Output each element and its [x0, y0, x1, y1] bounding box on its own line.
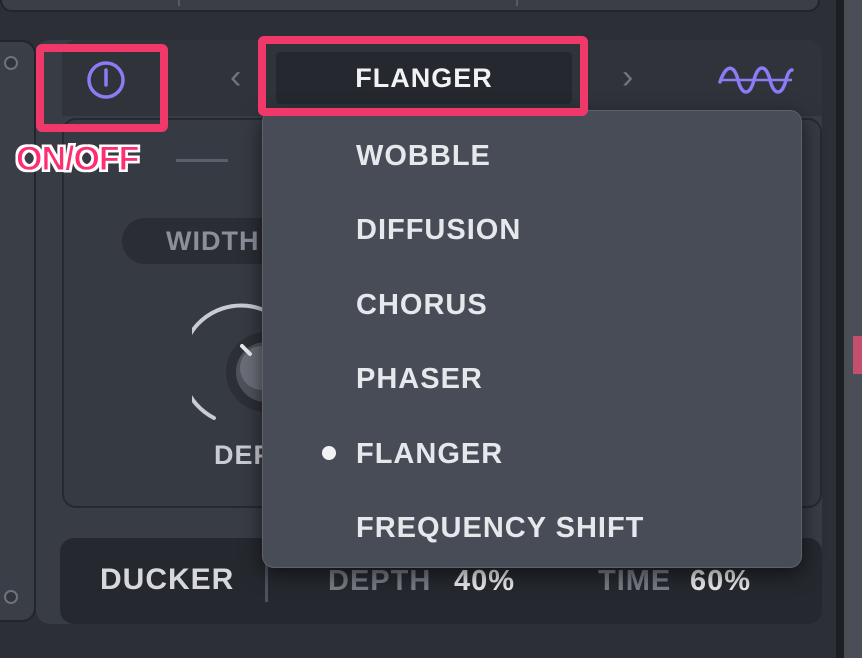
menu-item-flanger[interactable]: FLANGER — [356, 436, 503, 472]
side-tab-marker — [853, 336, 862, 374]
preset-highlight-box — [258, 36, 588, 116]
onoff-highlight-box — [36, 44, 168, 132]
onoff-annotation-label: ON/OFF — [15, 140, 139, 179]
left-side-panel — [0, 40, 36, 622]
menu-item-frequency-shift[interactable]: FREQUENCY SHIFT — [356, 510, 644, 546]
right-edge-shadow — [836, 0, 844, 658]
menu-item-wobble[interactable]: WOBBLE — [356, 138, 491, 174]
slider-track[interactable] — [176, 159, 228, 162]
width-label: WIDTH — [166, 225, 260, 256]
lfo-wave-icon[interactable] — [716, 60, 796, 100]
ducker-title[interactable]: DUCKER — [100, 563, 234, 597]
menu-item-chorus[interactable]: CHORUS — [356, 287, 488, 323]
menu-item-diffusion[interactable]: DIFFUSION — [356, 212, 521, 248]
top-panel — [0, 0, 820, 12]
ducker-depth-value[interactable]: 40% — [454, 565, 515, 598]
prev-preset-button[interactable]: ‹ — [230, 60, 241, 94]
ducker-time-label: TIME — [598, 565, 672, 597]
next-preset-button[interactable]: › — [622, 60, 633, 94]
menu-item-phaser[interactable]: PHASER — [356, 361, 483, 397]
top-divider — [516, 0, 518, 6]
ducker-depth-label: DEPTH — [328, 565, 432, 597]
right-edge-panel — [844, 0, 862, 658]
width-button[interactable]: WIDTH — [122, 218, 282, 264]
screw-icon — [4, 56, 18, 70]
selected-bullet-icon — [322, 446, 336, 460]
preset-dropdown-menu — [262, 110, 802, 568]
ducker-time-value[interactable]: 60% — [690, 565, 751, 598]
top-divider — [178, 0, 180, 6]
screw-icon — [4, 590, 18, 604]
